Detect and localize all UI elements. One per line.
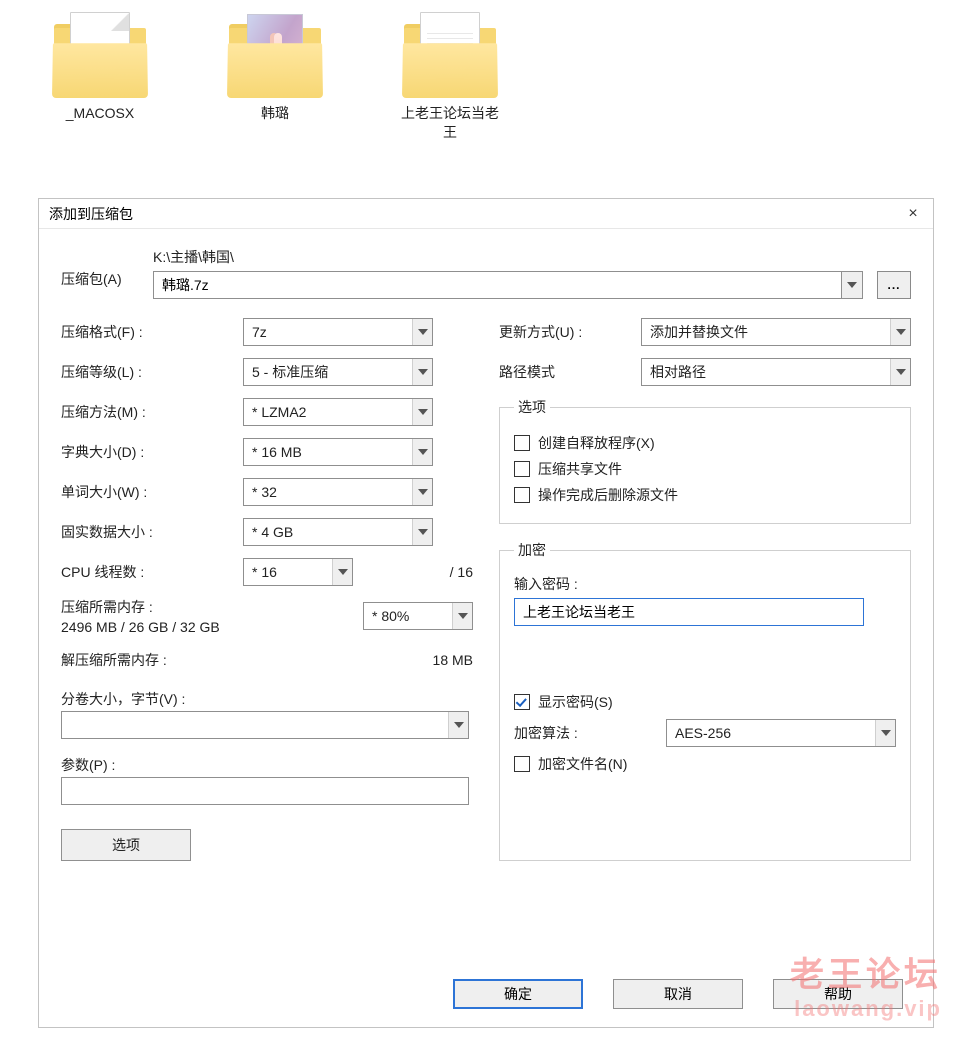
cancel-button[interactable]: 取消 [613, 979, 743, 1009]
folder-laowang[interactable]: 上老王论坛当老 王 [390, 12, 510, 142]
chevron-down-icon [412, 319, 432, 345]
left-column: 压缩格式(F) : 7z 压缩等级(L) : 5 - 标准压缩 压缩方法(M) … [61, 317, 473, 861]
format-combo[interactable]: 7z [243, 318, 433, 346]
cpu-max: / 16 [450, 564, 473, 580]
split-combo[interactable] [61, 711, 469, 739]
chevron-down-icon [412, 479, 432, 505]
titlebar: 添加到压缩包 × [39, 199, 933, 229]
cpu-label: CPU 线程数 : [61, 562, 231, 582]
close-button[interactable]: × [901, 204, 925, 224]
ok-button[interactable]: 确定 [453, 979, 583, 1009]
checkbox-icon [514, 756, 530, 772]
cpu-combo[interactable]: * 16 [243, 558, 353, 586]
delete-src-checkbox-row[interactable]: 操作完成后删除源文件 [514, 485, 896, 505]
chevron-down-icon [332, 559, 352, 585]
checkbox-icon [514, 694, 530, 710]
dict-combo[interactable]: * 16 MB [243, 438, 433, 466]
enc-method-label: 加密算法 : [514, 723, 654, 743]
dialog-footer: 确定 取消 帮助 [39, 963, 933, 1027]
shared-checkbox-row[interactable]: 压缩共享文件 [514, 459, 896, 479]
mem-decomp-value: 18 MB [433, 652, 473, 668]
archive-path-prefix: K:\主播\韩国\ [153, 247, 911, 267]
mem-comp-combo[interactable]: * 80% [363, 602, 473, 630]
params-input[interactable] [61, 777, 469, 805]
update-label: 更新方式(U) : [499, 322, 629, 342]
solid-combo[interactable]: * 4 GB [243, 518, 433, 546]
encrypt-names-checkbox-row[interactable]: 加密文件名(N) [514, 754, 896, 774]
checkbox-icon [514, 487, 530, 503]
options-legend: 选项 [514, 397, 550, 417]
options-fieldset: 选项 创建自释放程序(X) 压缩共享文件 操作完成后删除源文件 [499, 397, 911, 524]
folder-label: 韩璐 [261, 104, 289, 123]
mem-comp-label: 压缩所需内存 : 2496 MB / 26 GB / 32 GB [61, 597, 231, 635]
sfx-checkbox-row[interactable]: 创建自释放程序(X) [514, 433, 896, 453]
folder-icon [402, 12, 498, 98]
help-button[interactable]: 帮助 [773, 979, 903, 1009]
chevron-down-icon [452, 603, 472, 629]
update-mode-combo[interactable]: 添加并替换文件 [641, 318, 911, 346]
browse-button[interactable]: ... [877, 271, 911, 299]
folder-icon [227, 12, 323, 98]
chevron-down-icon [890, 359, 910, 385]
checkbox-icon [514, 435, 530, 451]
show-password-checkbox-row[interactable]: 显示密码(S) [514, 692, 896, 712]
enc-method-combo[interactable]: AES-256 [666, 719, 896, 747]
chevron-down-icon [875, 720, 895, 746]
archive-name-input[interactable] [153, 271, 841, 299]
method-combo[interactable]: * LZMA2 [243, 398, 433, 426]
chevron-down-icon [412, 399, 432, 425]
folder-label: 上老王论坛当老 王 [401, 104, 499, 142]
folder-label: _MACOSX [66, 104, 134, 123]
split-label: 分卷大小，字节(V) : [61, 689, 473, 709]
params-label: 参数(P) : [61, 755, 473, 775]
format-label: 压缩格式(F) : [61, 322, 231, 342]
word-label: 单词大小(W) : [61, 482, 231, 502]
checkbox-icon [514, 461, 530, 477]
pathmode-combo[interactable]: 相对路径 [641, 358, 911, 386]
method-label: 压缩方法(M) : [61, 402, 231, 422]
word-combo[interactable]: * 32 [243, 478, 433, 506]
folder-icon [52, 12, 148, 98]
password-label: 输入密码 : [514, 574, 896, 594]
solid-label: 固实数据大小 : [61, 522, 231, 542]
right-column: 更新方式(U) : 添加并替换文件 路径模式 相对路径 选项 [499, 317, 911, 861]
password-input[interactable] [514, 598, 864, 626]
dict-label: 字典大小(D) : [61, 442, 231, 462]
pathmode-label: 路径模式 [499, 362, 629, 382]
mem-decomp-label: 解压缩所需内存 : [61, 650, 231, 670]
chevron-down-icon [412, 439, 432, 465]
level-combo[interactable]: 5 - 标准压缩 [243, 358, 433, 386]
chevron-down-icon [412, 359, 432, 385]
desktop-folders: _MACOSX 韩璐 上老王论坛当老 王 [0, 0, 960, 154]
dialog-title: 添加到压缩包 [49, 204, 133, 224]
folder-macosx[interactable]: _MACOSX [40, 12, 160, 142]
chevron-down-icon [890, 319, 910, 345]
encryption-legend: 加密 [514, 540, 550, 560]
folder-hanlu[interactable]: 韩璐 [215, 12, 335, 142]
extra-options-button[interactable]: 选项 [61, 829, 191, 861]
encryption-fieldset: 加密 输入密码 : 显示密码(S) 加密算法 : AES-256 [499, 540, 911, 861]
level-label: 压缩等级(L) : [61, 362, 231, 382]
archive-name-combo[interactable] [153, 271, 863, 299]
close-icon: × [908, 205, 917, 223]
archive-label: 压缩包(A) [61, 247, 141, 289]
add-to-archive-dialog: 添加到压缩包 × 压缩包(A) K:\主播\韩国\ ... 压 [38, 198, 934, 1028]
chevron-down-icon [448, 712, 468, 738]
chevron-down-icon [412, 519, 432, 545]
chevron-down-icon[interactable] [841, 271, 863, 299]
